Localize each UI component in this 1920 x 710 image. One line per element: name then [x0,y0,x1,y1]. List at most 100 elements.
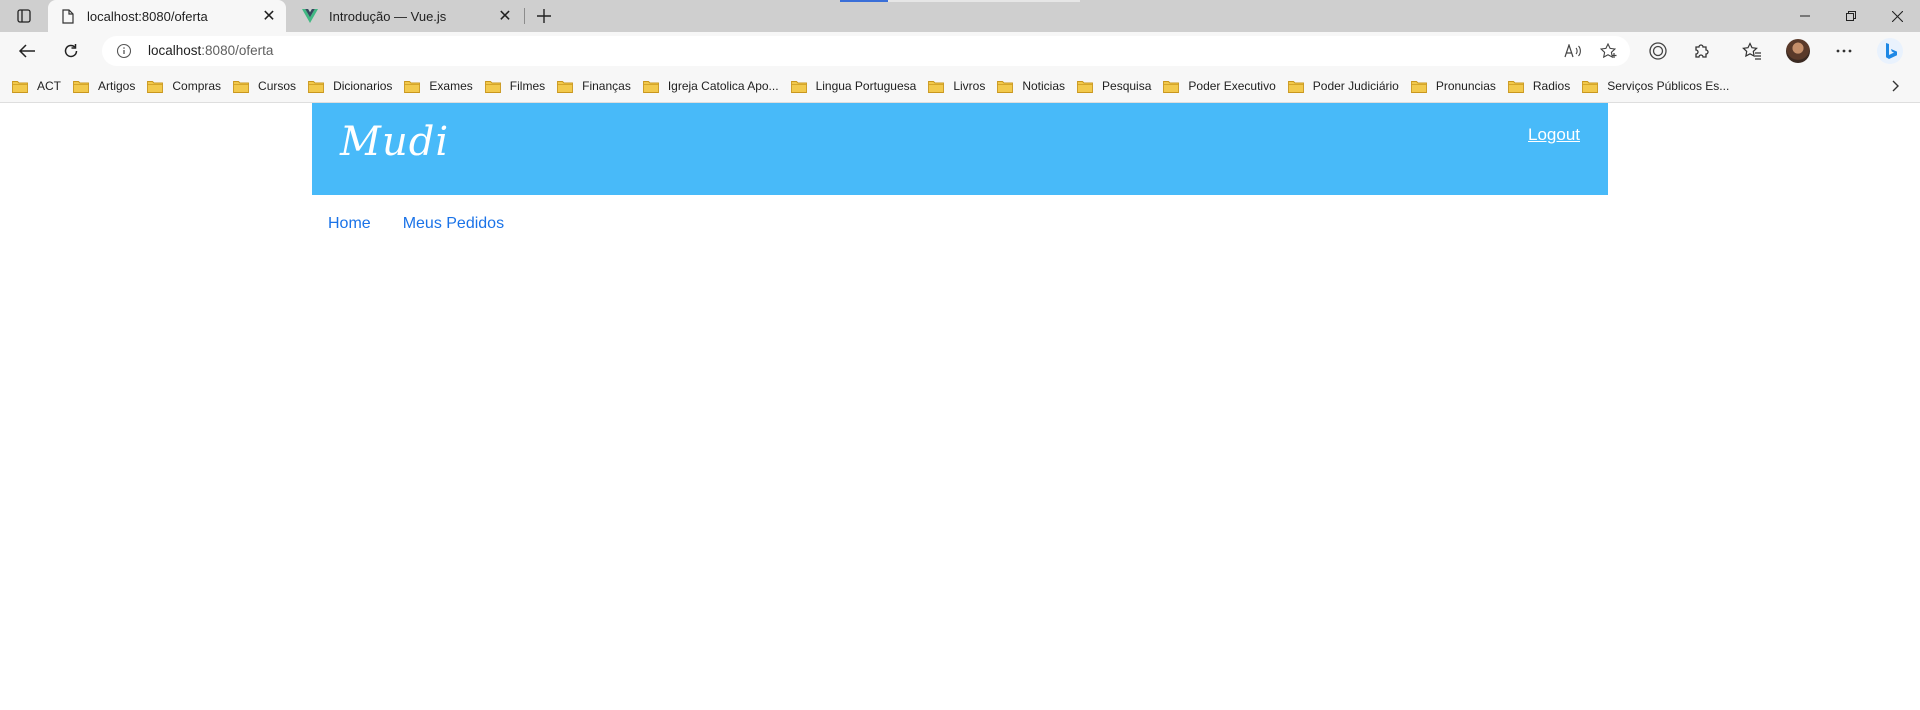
folder-icon [1163,80,1180,93]
restore-button[interactable] [1828,0,1874,32]
bookmark-label: Lingua Portuguesa [815,79,917,93]
add-favorite-icon[interactable] [1598,41,1620,61]
folder-icon [12,80,28,93]
bookmark-folder[interactable]: Compras [143,73,229,99]
bing-icon [1877,38,1903,64]
bookmark-label: Compras [172,79,222,93]
folder-icon [308,80,325,93]
refresh-icon [64,44,78,58]
logout-link[interactable]: Logout [1528,125,1580,145]
bookmark-folder[interactable]: Finanças [553,73,639,99]
browser-toolbar: localhost:8080/oferta [0,32,1920,70]
url-text[interactable]: localhost:8080/oferta [148,43,273,58]
site-logo[interactable]: Mudi [340,119,449,165]
tab-title: Introdução — Vue.js [329,8,447,24]
bookmark-folder[interactable]: Igreja Catolica Apo... [639,73,787,99]
read-aloud-icon[interactable] [1562,41,1584,61]
tab-actions-menu-button[interactable] [10,4,38,28]
chevron-right-icon [1892,80,1899,92]
folder-icon [1507,80,1524,93]
tab-title: localhost:8080/oferta [87,8,208,24]
folder-icon [404,80,421,93]
tab-vue-introducao[interactable]: Introdução — Vue.js ✕ [290,0,522,32]
bookmark-label: Dicionarios [333,79,393,93]
bookmark-folder[interactable]: Radios [1504,73,1578,99]
bookmark-label: Pesquisa [1102,79,1152,93]
bookmark-label: Exames [429,79,473,93]
tab-separator [524,8,525,24]
bookmark-label: Filmes [509,79,546,93]
puzzle-icon [1695,44,1709,58]
bookmark-folder[interactable]: Dicionarios [304,73,400,99]
browser-essentials-button[interactable] [1642,37,1674,65]
bookmarks-more-button[interactable] [1886,76,1906,96]
address-bar[interactable]: localhost:8080/oferta [102,36,1630,66]
site-info-icon[interactable] [116,43,132,59]
bookmarks-bar: ACT Artigos Compras Cursos Dicionarios Exames… [0,70,1920,103]
minimize-icon [1800,15,1810,17]
back-button[interactable] [12,37,42,65]
folder-icon [147,80,164,93]
close-tab-icon[interactable]: ✕ [494,5,516,27]
minimize-button[interactable] [1782,0,1828,32]
close-icon [1891,10,1903,22]
site-header: Mudi Logout [312,103,1608,195]
bookmark-folder[interactable]: Noticias [993,73,1073,99]
bookmark-folder[interactable]: Cursos [229,73,304,99]
close-tab-icon[interactable]: ✕ [258,5,280,27]
bookmark-label: Poder Executivo [1188,79,1276,93]
folder-icon [1410,80,1427,93]
bookmark-folder[interactable]: Livros [924,73,993,99]
bookmark-label: Noticias [1022,79,1066,93]
bookmark-label: Cursos [258,79,297,93]
folder-icon [233,80,249,93]
folder-icon [557,80,574,93]
close-window-button[interactable] [1874,0,1920,32]
plus-icon [537,9,551,23]
extensions-button[interactable] [1686,37,1718,65]
bookmark-label: Serviços Públicos Es... [1607,79,1730,93]
bookmark-folder[interactable]: Pronuncias [1407,73,1504,99]
folder-icon [1582,80,1599,93]
bookmark-folder[interactable]: Serviços Públicos Es... [1578,73,1737,99]
folder-icon [73,80,89,93]
favorites-star-icon [1742,42,1761,60]
bookmark-folder[interactable]: Poder Executivo [1159,73,1283,99]
shield-icon [1649,42,1667,60]
favorites-button[interactable] [1736,37,1768,65]
bing-copilot-button[interactable] [1874,37,1906,65]
folder-icon [790,80,807,93]
restore-icon [1846,11,1856,21]
folder-icon [997,80,1014,93]
nav-home-link[interactable]: Home [312,215,387,233]
bookmark-label: Finanças [582,79,631,93]
bookmark-folder[interactable]: Poder Judiciário [1284,73,1407,99]
tab-actions-icon [17,9,31,23]
bookmark-folder[interactable]: Lingua Portuguesa [787,73,925,99]
refresh-button[interactable] [56,37,86,65]
tab-strip: localhost:8080/oferta ✕ Introdução — Vue… [0,0,1920,32]
bookmark-label: ACT [37,79,61,93]
tab-localhost-oferta[interactable]: localhost:8080/oferta ✕ [48,0,286,32]
bookmark-label: Igreja Catolica Apo... [667,79,779,93]
bookmark-label: Radios [1532,79,1571,93]
folder-icon [1077,80,1093,93]
more-dots-icon [1836,49,1852,53]
arrow-left-icon [18,44,35,58]
vue-logo-icon [302,8,318,24]
url-path: :8080/oferta [201,43,274,58]
site-nav: Home Meus Pedidos [312,215,520,233]
settings-menu-button[interactable] [1828,37,1860,65]
bookmark-folder[interactable]: Artigos [69,73,143,99]
new-tab-button[interactable] [530,4,558,28]
bookmark-folder[interactable]: Filmes [481,73,553,99]
folder-icon [1287,80,1304,93]
drag-indicator [840,0,1080,2]
bookmark-folder[interactable]: Pesquisa [1073,73,1159,99]
folder-icon [642,80,659,93]
nav-meus-pedidos-link[interactable]: Meus Pedidos [387,215,520,233]
page-icon [60,8,76,24]
profile-avatar[interactable] [1786,39,1810,63]
bookmark-folder[interactable]: Exames [400,73,480,99]
bookmark-folder[interactable]: ACT [8,73,69,99]
